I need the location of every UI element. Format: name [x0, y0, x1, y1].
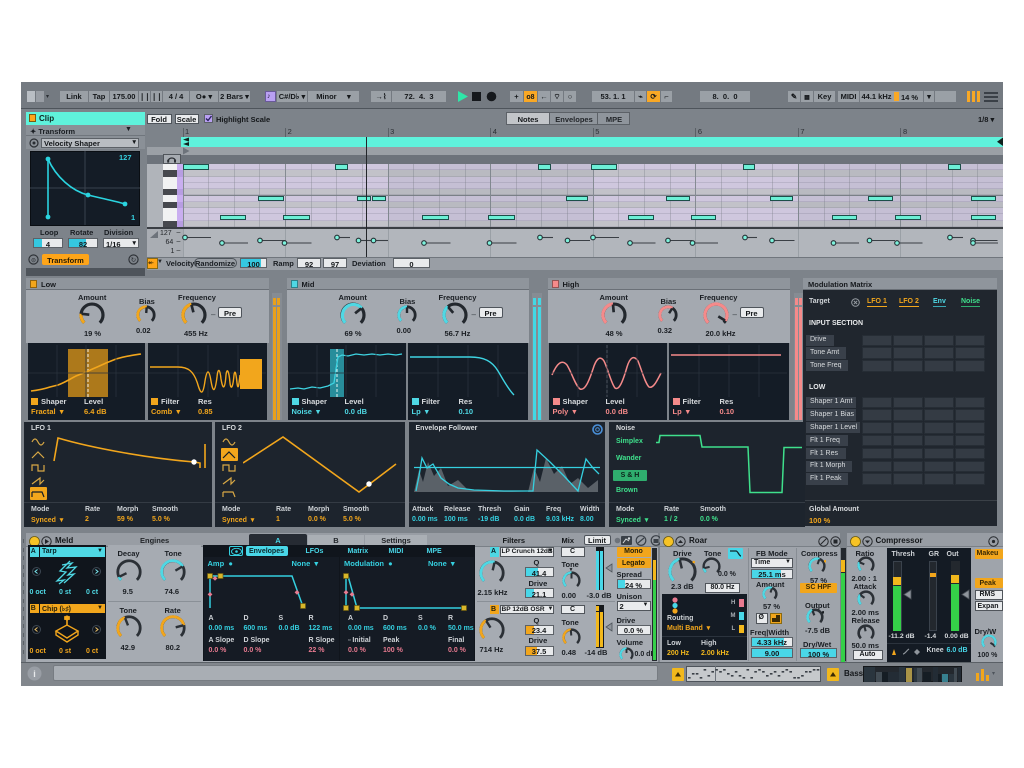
svg-text:i: i [33, 669, 36, 679]
svg-text:↻: ↻ [131, 257, 137, 264]
svg-text:⊜: ⊜ [31, 258, 36, 264]
